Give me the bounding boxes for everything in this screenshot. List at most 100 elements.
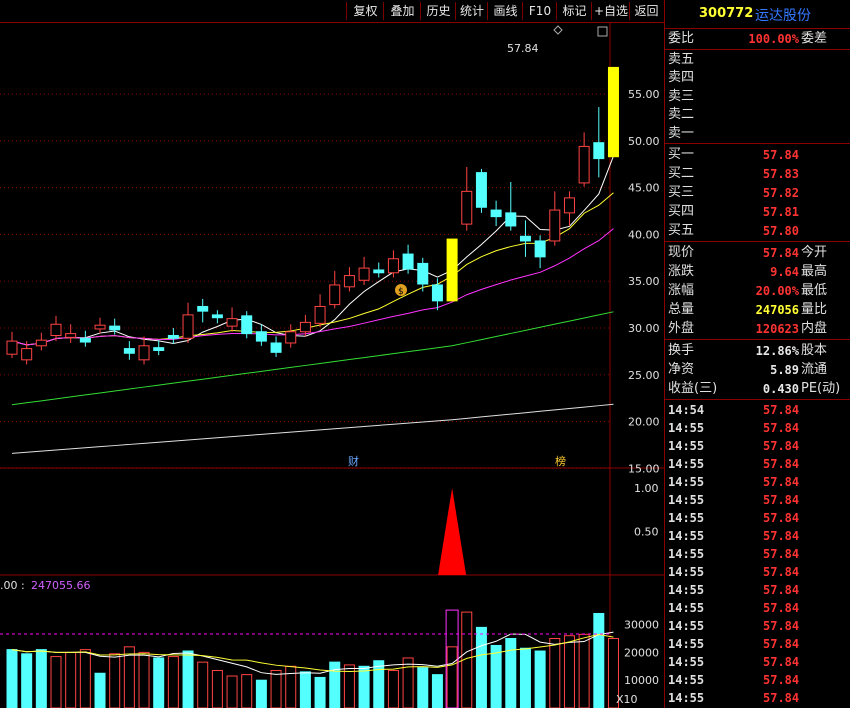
stat2-row[interactable]: 换手 12.86% 股本: [665, 342, 850, 360]
candle[interactable]: [519, 220, 531, 257]
volume-bar[interactable]: [153, 657, 165, 708]
candle[interactable]: [373, 262, 385, 278]
buy-level-row[interactable]: 买三 57.82: [665, 184, 850, 202]
candle[interactable]: [6, 331, 18, 358]
volume-bar[interactable]: [593, 612, 605, 708]
tick-row[interactable]: 14:54 57.84: [665, 401, 850, 419]
tick-row[interactable]: 14:55 57.84: [665, 581, 850, 599]
stat-row[interactable]: 外盘 120623 内盘: [665, 320, 850, 338]
candle[interactable]: [35, 332, 47, 351]
candle[interactable]: [490, 200, 502, 226]
candle[interactable]: [241, 311, 253, 339]
candle[interactable]: [65, 324, 77, 343]
candle[interactable]: [153, 340, 165, 356]
candle[interactable]: [138, 336, 150, 365]
tb-add-watchlist-button[interactable]: +自选: [591, 2, 630, 20]
candle[interactable]: [563, 191, 575, 226]
volume-bar[interactable]: [417, 667, 429, 708]
tb-mark-button[interactable]: 标记: [556, 2, 592, 20]
stat2-row[interactable]: 收益(三) 0.430 PE(动): [665, 380, 850, 398]
candle[interactable]: [593, 107, 605, 178]
tick-row[interactable]: 14:55 57.84: [665, 509, 850, 527]
candle[interactable]: [94, 317, 106, 334]
tick-row[interactable]: 14:55 57.84: [665, 635, 850, 653]
volume-bar[interactable]: [285, 665, 297, 708]
candle[interactable]: [505, 181, 517, 231]
candle[interactable]: [475, 168, 487, 213]
stat-row[interactable]: 涨幅 20.00% 最低: [665, 282, 850, 300]
tick-row[interactable]: 14:55 57.84: [665, 527, 850, 545]
stat-row[interactable]: 涨跌 9.64 最高: [665, 263, 850, 281]
buy-level-row[interactable]: 买一 57.84: [665, 146, 850, 164]
volume-bar[interactable]: [549, 638, 561, 708]
candle[interactable]: [79, 330, 91, 347]
volume-bar[interactable]: [182, 650, 194, 708]
volume-bar[interactable]: [65, 651, 77, 708]
sell-level-row[interactable]: 卖四: [665, 69, 850, 87]
volume-bar[interactable]: [226, 675, 238, 708]
tb-fuquan-button[interactable]: 复权: [346, 2, 384, 20]
stat-row[interactable]: 总量 247056 量比: [665, 301, 850, 319]
chart-option-icon[interactable]: [597, 26, 608, 37]
candle[interactable]: [123, 341, 135, 360]
volume-bar[interactable]: [387, 669, 399, 708]
candle[interactable]: [182, 302, 194, 343]
volume-bar[interactable]: [21, 653, 33, 708]
candle[interactable]: [50, 315, 62, 342]
volume-bar[interactable]: [241, 674, 253, 708]
volume-bar[interactable]: [314, 676, 326, 708]
candle[interactable]: [461, 167, 473, 231]
sell-level-row[interactable]: 卖一: [665, 125, 850, 143]
candle[interactable]: [402, 244, 414, 274]
candle[interactable]: [211, 310, 223, 324]
tb-history-button[interactable]: 历史: [420, 2, 456, 20]
candle[interactable]: [446, 238, 458, 302]
tick-row[interactable]: 14:55 57.84: [665, 473, 850, 491]
candle[interactable]: [549, 191, 561, 246]
volume-bar[interactable]: [211, 669, 223, 708]
stat2-row[interactable]: 净资 5.89 流通: [665, 361, 850, 379]
volume-bar[interactable]: [167, 656, 179, 708]
tick-row[interactable]: 14:55 57.84: [665, 563, 850, 581]
tick-row[interactable]: 14:55 57.84: [665, 419, 850, 437]
tb-stats-button[interactable]: 统计: [455, 2, 488, 20]
tb-back-button[interactable]: 返回: [629, 2, 663, 20]
buy-level-row[interactable]: 买五 57.80: [665, 222, 850, 240]
tick-row[interactable]: 14:55 57.84: [665, 545, 850, 563]
volume-bar[interactable]: [519, 647, 531, 708]
volume-bar[interactable]: [534, 650, 546, 708]
tb-draw-button[interactable]: 画线: [487, 2, 523, 20]
candle[interactable]: [343, 267, 355, 292]
candle[interactable]: [431, 278, 443, 311]
tick-row[interactable]: 14:55 57.84: [665, 671, 850, 689]
candle[interactable]: [285, 324, 297, 348]
volume-bar[interactable]: [109, 653, 121, 708]
money-bag-icon[interactable]: $: [395, 284, 407, 297]
volume-bar[interactable]: [490, 644, 502, 708]
sell-level-row[interactable]: 卖五: [665, 51, 850, 69]
sell-level-row[interactable]: 卖三: [665, 88, 850, 106]
candle[interactable]: [270, 336, 282, 358]
volume-bar[interactable]: [475, 626, 487, 708]
volume-bar[interactable]: [50, 656, 62, 708]
candle[interactable]: [329, 270, 341, 309]
diamond-icon[interactable]: [553, 25, 563, 35]
volume-bar[interactable]: [505, 638, 517, 708]
volume-bar[interactable]: [197, 661, 209, 708]
candle[interactable]: [534, 235, 546, 269]
tick-row[interactable]: 14:55 57.84: [665, 491, 850, 509]
kline-chart[interactable]: 55.00 50.00 45.00 40.00 35.00 30.00 25.00 20.00…: [0, 22, 664, 708]
candle[interactable]: [255, 324, 267, 346]
volume-bar[interactable]: [299, 671, 311, 708]
volume-bar[interactable]: [35, 649, 47, 708]
buy-level-row[interactable]: 买四 57.81: [665, 203, 850, 221]
tick-row[interactable]: 14:55 57.84: [665, 455, 850, 473]
volume-bar[interactable]: [402, 657, 414, 708]
tick-row[interactable]: 14:55 57.84: [665, 437, 850, 455]
volume-bar[interactable]: [563, 635, 575, 708]
candle[interactable]: [358, 256, 370, 285]
buy-level-row[interactable]: 买二 57.83: [665, 165, 850, 183]
volume-bar[interactable]: [446, 646, 458, 708]
tick-row[interactable]: 14:55 57.84: [665, 617, 850, 635]
sell-level-row[interactable]: 卖二: [665, 106, 850, 124]
